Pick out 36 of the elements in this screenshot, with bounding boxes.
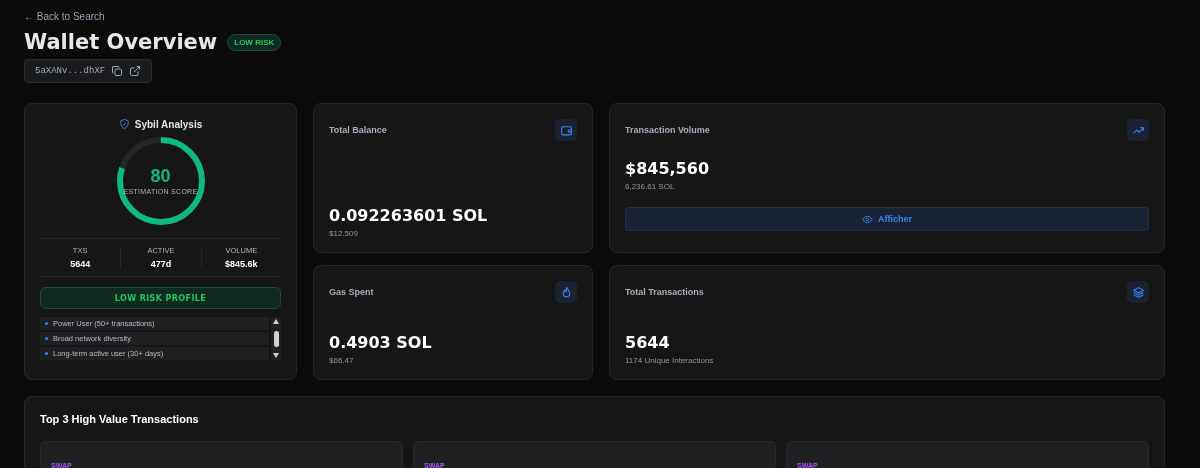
page-title: Wallet Overview [24,30,218,54]
trend-up-icon [1127,119,1149,141]
card-title: Gas Spent [329,287,374,297]
copy-icon[interactable] [111,65,124,77]
scrollbar[interactable] [271,317,281,360]
card-value: 0.4903 SOL [329,333,433,352]
card-subvalue: $12.509 [329,229,359,238]
external-link-icon[interactable] [129,65,142,77]
card-title: Total Balance [329,125,387,135]
card-value: $845,560 [625,159,710,178]
layers-icon [1127,281,1149,303]
stat-value: $845.6k [225,259,258,269]
card-title: Total Transactions [625,287,704,297]
scrollbar-thumb[interactable] [273,330,279,347]
card-value: 5644 [625,333,671,352]
stat-value: 5644 [70,259,91,269]
scroll-down-icon[interactable] [273,353,279,358]
risk-profile-button[interactable]: LOW RISK PROFILE [40,287,281,309]
eye-icon [862,213,873,225]
card-subvalue: $66.47 [329,356,355,365]
wallet-icon [555,119,577,141]
card-value: 0.092263601 SOL [329,206,489,225]
back-link[interactable]: ← Back to Search [24,11,105,22]
flame-icon [555,281,577,303]
risk-badge: LOW RISK [227,33,282,51]
wallet-address: 5aXANv...dhXF [35,66,106,76]
sybil-title: Sybil Analysis [134,118,203,130]
score-value: 80 [150,167,171,185]
card-subvalue: 1174 Unique Interactions [625,356,715,365]
scroll-up-icon[interactable] [273,319,279,324]
shield-icon [118,118,130,130]
card-subvalue: 6,236.61 SOL [625,182,676,191]
stat-value: 477d [150,259,172,269]
show-button[interactable]: Afficher [625,207,1149,231]
card-title: Transaction Volume [625,125,710,135]
section-title: Top 3 High Value Transactions [40,413,200,425]
